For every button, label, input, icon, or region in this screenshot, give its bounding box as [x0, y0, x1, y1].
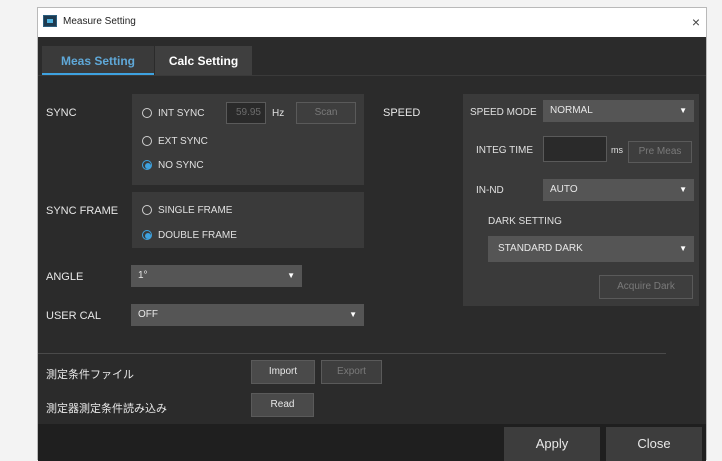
- angle-value: 1°: [138, 270, 148, 281]
- apply-button[interactable]: Apply: [504, 427, 600, 461]
- title-bar: Measure Setting ×: [38, 8, 706, 37]
- single-frame-label: SINGLE FRAME: [158, 205, 233, 216]
- sync-frame-panel: SINGLE FRAME DOUBLE FRAME: [132, 192, 364, 248]
- hz-input[interactable]: 59.95: [226, 102, 266, 124]
- read-button[interactable]: Read: [251, 393, 314, 417]
- in-nd-value: AUTO: [550, 184, 578, 195]
- dark-setting-value: STANDARD DARK: [498, 243, 583, 254]
- speed-mode-value: NORMAL: [550, 105, 593, 116]
- chevron-down-icon: ▼: [287, 271, 295, 280]
- acquire-dark-button[interactable]: Acquire Dark: [599, 275, 693, 299]
- device-read-label: 測定器測定条件読み込み: [46, 403, 167, 415]
- window-title: Measure Setting: [63, 16, 136, 27]
- double-frame-label: DOUBLE FRAME: [158, 230, 237, 241]
- user-cal-value: OFF: [138, 309, 158, 320]
- app-icon: [43, 15, 57, 27]
- integ-time-unit: ms: [611, 145, 623, 155]
- speed-mode-label: SPEED MODE: [470, 107, 537, 118]
- condition-file-label: 測定条件ファイル: [46, 369, 134, 381]
- speed-mode-select[interactable]: NORMAL ▼: [543, 100, 694, 122]
- integ-time-input[interactable]: [543, 136, 607, 162]
- chevron-down-icon: ▼: [349, 310, 357, 319]
- chevron-down-icon: ▼: [679, 106, 687, 115]
- import-button[interactable]: Import: [251, 360, 315, 384]
- tab-meas-setting[interactable]: Meas Setting: [42, 46, 154, 75]
- export-button[interactable]: Export: [321, 360, 382, 384]
- close-button[interactable]: Close: [606, 427, 702, 461]
- ext-sync-radio[interactable]: [142, 136, 152, 146]
- single-frame-radio[interactable]: [142, 205, 152, 215]
- ext-sync-label: EXT SYNC: [158, 136, 208, 147]
- double-frame-radio[interactable]: [142, 230, 152, 240]
- angle-label: ANGLE: [46, 271, 84, 283]
- int-sync-radio[interactable]: [142, 108, 152, 118]
- user-cal-label: USER CAL: [46, 310, 102, 322]
- user-cal-select[interactable]: OFF ▼: [131, 304, 364, 326]
- tab-underline: [38, 75, 706, 76]
- int-sync-label: INT SYNC: [158, 108, 205, 119]
- sync-panel: INT SYNC 59.95 Hz Scan EXT SYNC NO SYNC: [132, 94, 364, 185]
- angle-select[interactable]: 1° ▼: [131, 265, 302, 287]
- in-nd-select[interactable]: AUTO ▼: [543, 179, 694, 201]
- tab-calc-setting[interactable]: Calc Setting: [155, 46, 252, 75]
- sync-label: SYNC: [46, 107, 77, 119]
- hz-unit: Hz: [272, 108, 285, 119]
- no-sync-label: NO SYNC: [158, 160, 204, 171]
- pre-meas-button[interactable]: Pre Meas: [628, 141, 692, 163]
- speed-label: SPEED: [383, 107, 421, 119]
- sync-frame-label: SYNC FRAME: [46, 205, 119, 217]
- dark-setting-label: DARK SETTING: [488, 216, 562, 227]
- measure-setting-dialog: Measure Setting × Meas Setting Calc Sett…: [37, 7, 707, 461]
- chevron-down-icon: ▼: [679, 244, 687, 253]
- integ-time-label: INTEG TIME: [476, 145, 534, 156]
- no-sync-radio[interactable]: [142, 160, 152, 170]
- in-nd-label: IN-ND: [476, 185, 504, 196]
- divider: [38, 353, 666, 354]
- speed-panel: SPEED MODE NORMAL ▼ INTEG TIME ms Pre Me…: [463, 94, 699, 306]
- chevron-down-icon: ▼: [679, 185, 687, 194]
- scan-button[interactable]: Scan: [296, 102, 356, 124]
- close-icon[interactable]: ×: [688, 13, 704, 31]
- dark-setting-select[interactable]: STANDARD DARK ▼: [488, 236, 694, 262]
